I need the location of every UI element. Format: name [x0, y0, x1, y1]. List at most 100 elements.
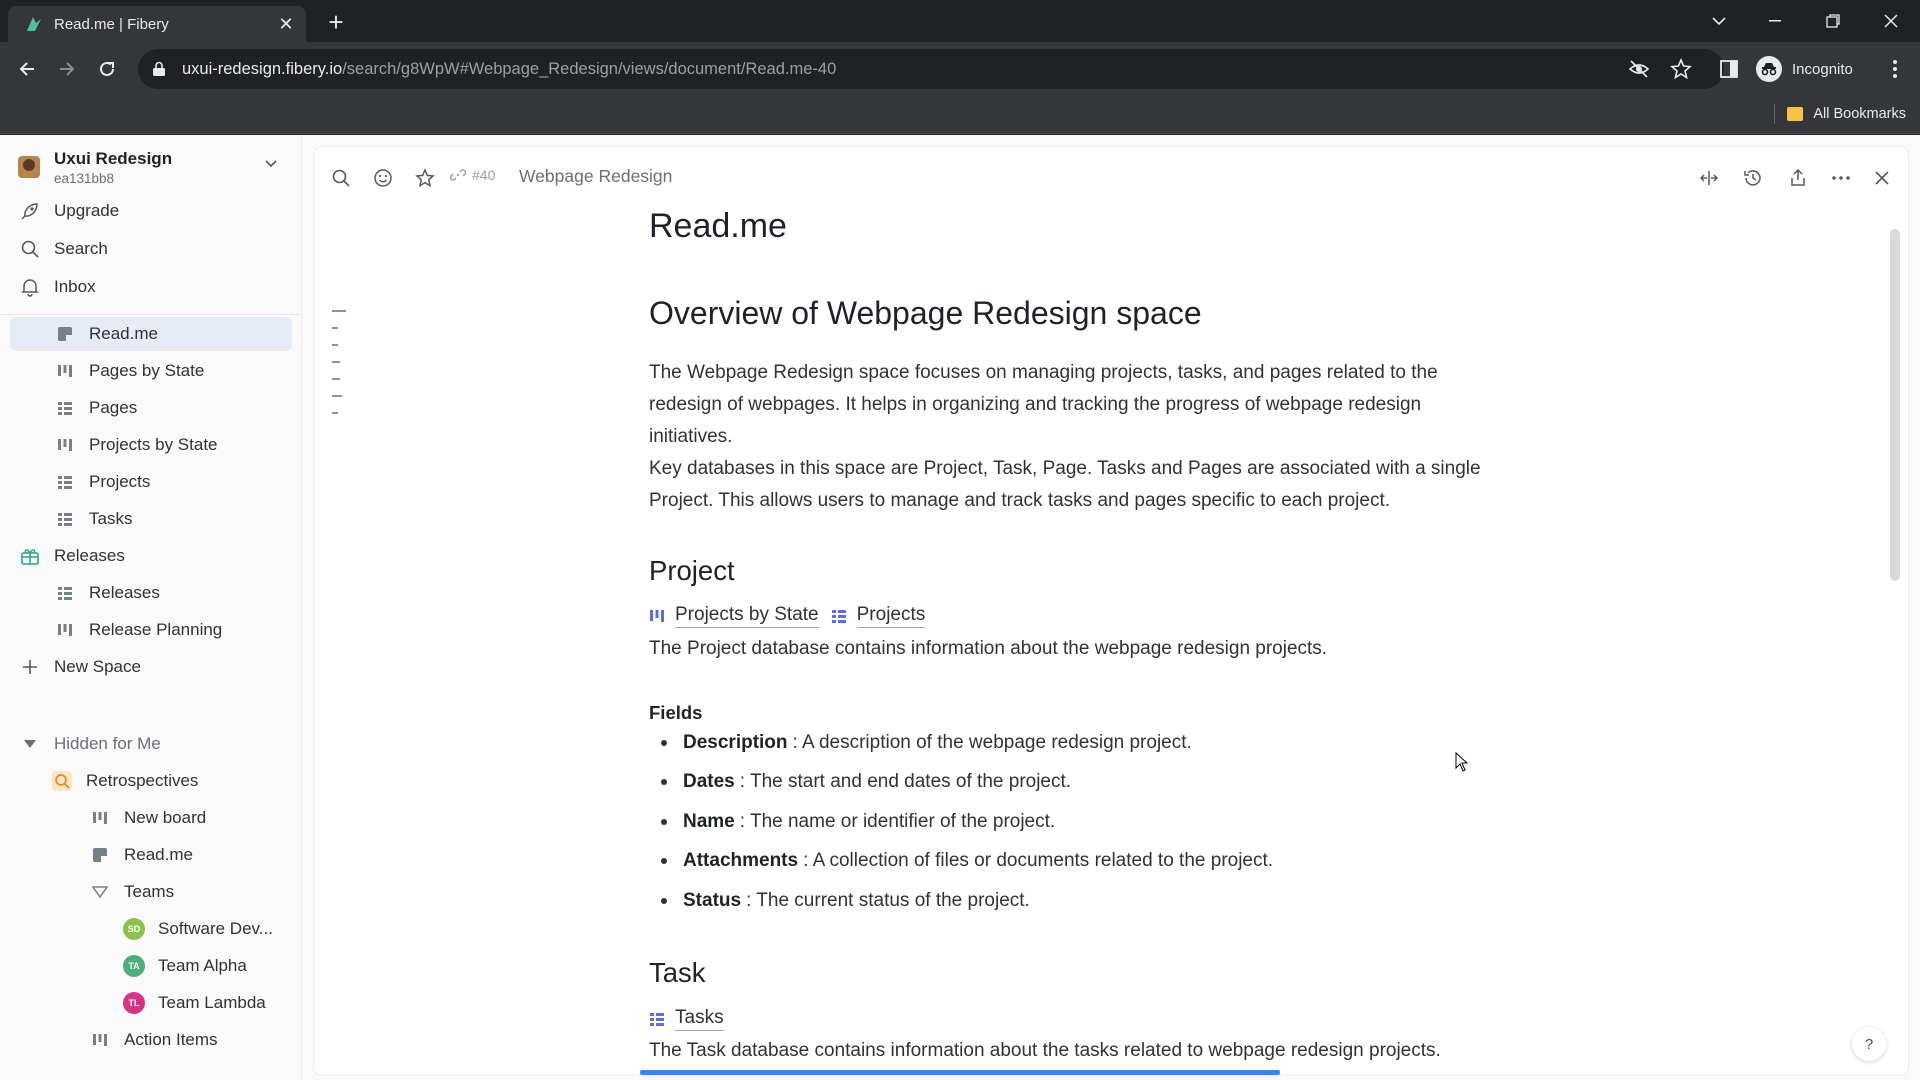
- side-panel-icon[interactable]: [1714, 54, 1744, 84]
- restore-icon[interactable]: [1810, 0, 1856, 42]
- bullet: [661, 819, 667, 825]
- link-icon: [450, 167, 466, 183]
- team-avatar: TA: [123, 955, 145, 977]
- back-icon[interactable]: [12, 54, 42, 84]
- sidebar-item-readme[interactable]: Read.me: [10, 317, 292, 351]
- sidebar-item-projects-by-state[interactable]: Projects by State: [10, 428, 292, 462]
- tasks-link[interactable]: Tasks: [675, 1007, 724, 1031]
- board-icon: [53, 359, 77, 383]
- sidebar-item-releases[interactable]: Releases: [10, 576, 292, 610]
- sidebar-item-label: Release Planning: [89, 620, 223, 639]
- table-icon: [53, 470, 77, 494]
- tab-close-icon[interactable]: ✕: [276, 14, 296, 35]
- history-icon[interactable]: [1738, 163, 1768, 193]
- minimize-icon[interactable]: [1752, 0, 1798, 42]
- chevron-down-icon[interactable]: [264, 159, 278, 169]
- sidebar-item-release-planning[interactable]: Release Planning: [10, 613, 292, 647]
- toc-line: [332, 412, 338, 414]
- field-description: : A description of the webpage redesign …: [792, 732, 1192, 753]
- projects-link[interactable]: Projects: [856, 604, 926, 628]
- toc-line: [332, 310, 346, 312]
- field-list-item: Name: The name or identifier of the proj…: [649, 811, 1055, 833]
- search-icon: [18, 237, 42, 261]
- triangle-down-icon: [18, 732, 42, 756]
- sidebar-item-team[interactable]: TA Team Alpha: [10, 949, 292, 983]
- new-tab-button[interactable]: +: [322, 9, 350, 37]
- search-icon[interactable]: [326, 163, 356, 193]
- url-text: uxui-redesign.fibery.io/search/g8WpW#Web…: [182, 59, 837, 78]
- workspace-avatar: [18, 156, 40, 178]
- new-space-button[interactable]: New Space: [10, 650, 292, 684]
- nav-search[interactable]: Search: [10, 232, 292, 266]
- help-button[interactable]: ?: [1852, 1027, 1886, 1061]
- tab-search-icon[interactable]: [1696, 0, 1742, 42]
- bullet: [661, 858, 667, 864]
- sidebar-item-teams[interactable]: Teams: [10, 875, 292, 909]
- sidebar-item-label: Read.me: [124, 845, 193, 864]
- incognito-icon: [1756, 56, 1782, 82]
- vertical-scrollbar[interactable]: [1888, 217, 1902, 1067]
- field-name: Name: [683, 811, 735, 832]
- incognito-profile-button[interactable]: Incognito: [1756, 53, 1853, 85]
- table-of-contents-minimap[interactable]: [332, 310, 346, 429]
- sidebar-item-projects[interactable]: Projects: [10, 465, 292, 499]
- nav-search-label: Search: [54, 239, 108, 258]
- entity-id-link[interactable]: #40: [450, 167, 495, 183]
- close-icon[interactable]: [1867, 163, 1897, 193]
- nav-inbox-label: Inbox: [54, 277, 96, 296]
- sidebar-space-retrospectives[interactable]: Retrospectives: [10, 764, 292, 798]
- address-bar[interactable]: uxui-redesign.fibery.io/search/g8WpW#Web…: [138, 49, 1724, 89]
- reload-icon[interactable]: [92, 54, 122, 84]
- eye-off-icon[interactable]: [1628, 58, 1650, 80]
- horizontal-scroll-indicator[interactable]: [640, 1070, 1280, 1075]
- sidebar-item-label: Pages by State: [89, 361, 205, 380]
- nav-upgrade[interactable]: Upgrade: [10, 194, 292, 228]
- document-icon: [53, 322, 77, 346]
- table-icon: [53, 507, 77, 531]
- team-avatar: SD: [123, 918, 145, 940]
- toc-line: [332, 378, 340, 380]
- sidebar-item-action-items[interactable]: Action Items: [10, 1023, 292, 1057]
- hidden-for-me-toggle[interactable]: Hidden for Me: [10, 727, 292, 761]
- sidebar: Uxui Redesign ea131bb8 Upgrade Search In…: [0, 135, 302, 1080]
- all-bookmarks-button[interactable]: All Bookmarks: [1774, 104, 1906, 124]
- projects-by-state-link[interactable]: Projects by State: [675, 604, 819, 628]
- paragraph-line: Project. This allows users to manage and…: [649, 490, 1391, 511]
- sidebar-item-retro-readme[interactable]: Read.me: [10, 838, 292, 872]
- table-icon: [649, 1011, 665, 1027]
- browser-tab[interactable]: Read.me | Fibery ✕: [8, 6, 306, 42]
- field-name: Description: [683, 732, 788, 753]
- sidebar-space-releases[interactable]: Releases: [10, 539, 292, 573]
- sidebar-item-pages[interactable]: Pages: [10, 391, 292, 425]
- workspace-id: ea131bb8: [54, 170, 115, 186]
- workspace-name: Uxui Redesign: [54, 148, 173, 168]
- more-options-icon[interactable]: [1826, 163, 1856, 193]
- field-description: : A collection of files or documents rel…: [803, 850, 1274, 871]
- nav-inbox[interactable]: Inbox: [10, 270, 292, 304]
- sidebar-item-new-board[interactable]: New board: [10, 801, 292, 835]
- browser-menu-icon[interactable]: [1880, 54, 1910, 84]
- expand-width-icon[interactable]: [1694, 163, 1724, 193]
- sidebar-item-team[interactable]: SD Software Dev...: [10, 912, 292, 946]
- sidebar-item-pages-by-state[interactable]: Pages by State: [10, 354, 292, 388]
- breadcrumb[interactable]: Webpage Redesign: [519, 166, 672, 187]
- workspace-switcher[interactable]: Uxui Redesign ea131bb8: [10, 143, 292, 191]
- sidebar-item-team[interactable]: TL Team Lambda: [10, 986, 292, 1020]
- sidebar-item-tasks[interactable]: Tasks: [10, 502, 292, 536]
- rocket-icon: [18, 199, 42, 223]
- task-view-links: Tasks: [649, 1007, 724, 1031]
- table-icon: [831, 608, 847, 624]
- favorite-star-icon[interactable]: [410, 163, 440, 193]
- lock-icon: [152, 61, 170, 77]
- sidebar-space-label: Releases: [54, 546, 125, 565]
- field-description: : The start and end dates of the project…: [739, 771, 1072, 792]
- toc-line: [332, 327, 338, 329]
- bookmark-star-icon[interactable]: [1670, 58, 1692, 80]
- scrollbar-thumb[interactable]: [1890, 229, 1900, 581]
- field-list-item: Attachments: A collection of files or do…: [649, 850, 1273, 872]
- emoji-icon[interactable]: [368, 163, 398, 193]
- forward-icon[interactable]: [52, 54, 82, 84]
- close-window-icon[interactable]: [1868, 0, 1914, 42]
- share-icon[interactable]: [1783, 163, 1813, 193]
- team-avatar-icon: TL: [122, 991, 146, 1015]
